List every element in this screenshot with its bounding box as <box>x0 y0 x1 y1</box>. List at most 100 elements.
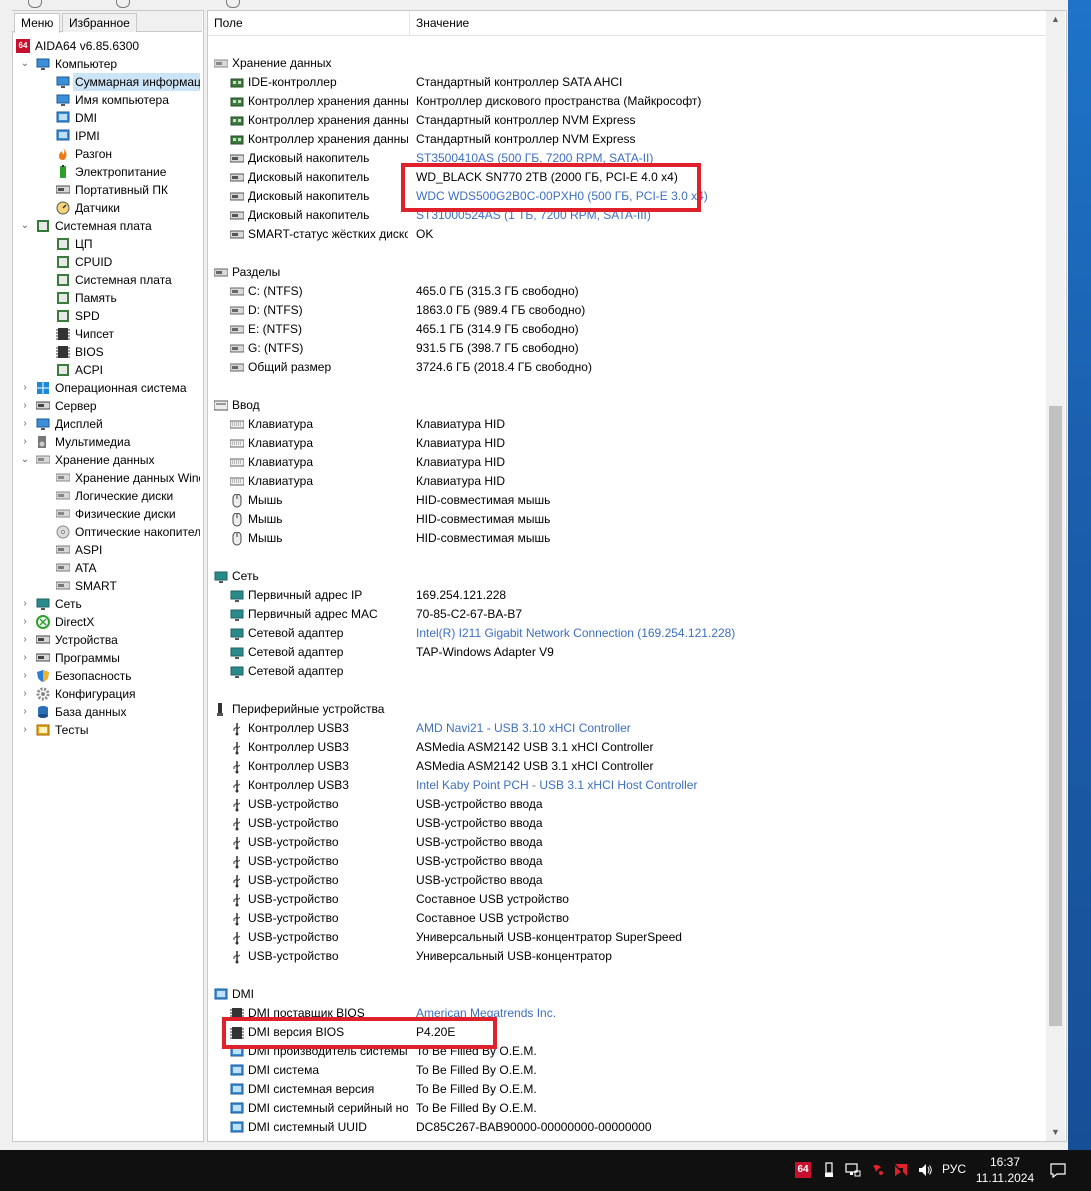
tree-item-6[interactable]: Разгон <box>14 145 200 163</box>
detail-row[interactable]: USB-устройство USB-устройство ввода <box>208 871 1046 890</box>
detail-row[interactable]: DMI система To Be Filled By O.E.M. <box>208 1061 1046 1080</box>
tree-item-8[interactable]: Портативный ПК <box>14 181 200 199</box>
chevron-right-icon[interactable]: › <box>20 721 30 739</box>
detail-row[interactable]: DMI системный серийный номер To Be Filled… <box>208 1099 1046 1118</box>
value-link[interactable]: Intel(R) I211 Gigabit Network Connection… <box>416 624 735 643</box>
tree-item-19[interactable]: › Операционная система <box>14 379 200 397</box>
tree-item-4[interactable]: DMI <box>14 109 200 127</box>
detail-row[interactable]: SMART-статус жёстких дисков OK <box>208 225 1046 244</box>
tree-item-3[interactable]: Имя компьютера <box>14 91 200 109</box>
detail-row[interactable]: Общий размер 3724.6 ГБ (2018.4 ГБ свободн… <box>208 358 1046 377</box>
tree-item-5[interactable]: IPMI <box>14 127 200 145</box>
amd-radeon-icon[interactable] <box>893 1162 909 1178</box>
tree-item-0[interactable]: 64 AIDA64 v6.85.6300 <box>14 37 200 55</box>
tree-item-16[interactable]: Чипсет <box>14 325 200 343</box>
tree-item-27[interactable]: Оптические накопители <box>14 523 200 541</box>
detail-row[interactable]: Контроллер USB3 ASMedia ASM2142 USB 3.1 x… <box>208 757 1046 776</box>
detail-row[interactable]: Сетевой адаптер Intel(R) I211 Gigabit Net… <box>208 624 1046 643</box>
amd-tray-icon[interactable] <box>870 1162 886 1178</box>
chevron-down-icon[interactable]: ⌄ <box>20 55 30 73</box>
tree-item-26[interactable]: Физические диски <box>14 505 200 523</box>
chevron-right-icon[interactable]: › <box>20 685 30 703</box>
tree-item-21[interactable]: › Дисплей <box>14 415 200 433</box>
back-icon[interactable] <box>28 0 42 8</box>
detail-row[interactable]: IDE-контроллер Стандартный контроллер SAT… <box>208 73 1046 92</box>
detail-row[interactable]: USB-устройство USB-устройство ввода <box>208 814 1046 833</box>
section-header[interactable]: Ввод <box>208 396 1046 415</box>
value-link[interactable]: AMD Navi21 - USB 3.10 xHCI Controller <box>416 719 631 738</box>
detail-row[interactable]: Контроллер хранения данных Контроллер дис… <box>208 92 1046 111</box>
tree-item-28[interactable]: ASPI <box>14 541 200 559</box>
chevron-right-icon[interactable]: › <box>20 703 30 721</box>
section-header[interactable]: Сеть <box>208 567 1046 586</box>
tree-item-36[interactable]: › Конфигурация <box>14 685 200 703</box>
detail-row[interactable]: Первичный адрес IP 169.254.121.228 <box>208 586 1046 605</box>
vertical-scrollbar[interactable]: ▲ ▼ <box>1046 11 1065 1141</box>
tab-menu[interactable]: Меню <box>14 13 61 33</box>
notifications-icon[interactable] <box>1049 1161 1067 1179</box>
detail-row[interactable]: USB-устройство USB-устройство ввода <box>208 852 1046 871</box>
value-link[interactable]: Intel Kaby Point PCH - USB 3.1 xHCI Host… <box>416 776 697 795</box>
tree-item-22[interactable]: › Мультимедиа <box>14 433 200 451</box>
detail-row[interactable]: Контроллер USB3 AMD Navi21 - USB 3.10 xHC… <box>208 719 1046 738</box>
toolbar-button[interactable] <box>226 0 240 8</box>
detail-row[interactable]: USB-устройство USB-устройство ввода <box>208 795 1046 814</box>
tree-item-1[interactable]: ⌄ Компьютер <box>14 55 200 73</box>
detail-row[interactable]: D: (NTFS) 1863.0 ГБ (989.4 ГБ свободно) <box>208 301 1046 320</box>
detail-row[interactable]: G: (NTFS) 931.5 ГБ (398.7 ГБ свободно) <box>208 339 1046 358</box>
tree-item-18[interactable]: ACPI <box>14 361 200 379</box>
column-field[interactable]: Поле <box>208 11 410 35</box>
detail-row[interactable]: Сетевой адаптер TAP-Windows Adapter V9 <box>208 643 1046 662</box>
detail-row[interactable]: Мышь HID-совместимая мышь <box>208 491 1046 510</box>
detail-row[interactable]: Контроллер хранения данных Стандартный ко… <box>208 111 1046 130</box>
tree-item-35[interactable]: › Безопасность <box>14 667 200 685</box>
chevron-down-icon[interactable]: ⌄ <box>20 451 30 469</box>
chevron-right-icon[interactable]: › <box>20 415 30 433</box>
detail-row[interactable]: USB-устройство Составное USB устройство <box>208 909 1046 928</box>
tab-favorites[interactable]: Избранное <box>62 13 137 32</box>
language-indicator[interactable]: РУС <box>942 1162 966 1176</box>
chevron-right-icon[interactable]: › <box>20 649 30 667</box>
detail-row[interactable]: USB-устройство Составное USB устройство <box>208 890 1046 909</box>
detail-row[interactable]: Сетевой адаптер <box>208 662 1046 681</box>
column-value[interactable]: Значение <box>410 11 816 35</box>
tree-item-37[interactable]: › База данных <box>14 703 200 721</box>
tree-item-24[interactable]: Хранение данных Windows <box>14 469 200 487</box>
usb-eject-icon[interactable] <box>821 1162 837 1178</box>
detail-row[interactable]: Первичный адрес MAC 70-85-C2-67-BA-B7 <box>208 605 1046 624</box>
detail-row[interactable]: Клавиатура Клавиатура HID <box>208 453 1046 472</box>
volume-icon[interactable] <box>917 1162 933 1178</box>
detail-row[interactable]: C: (NTFS) 465.0 ГБ (315.3 ГБ свободно) <box>208 282 1046 301</box>
tree-item-30[interactable]: SMART <box>14 577 200 595</box>
section-header[interactable]: Разделы <box>208 263 1046 282</box>
detail-row[interactable]: USB-устройство Универсальный USB-концентр… <box>208 947 1046 966</box>
chevron-right-icon[interactable]: › <box>20 433 30 451</box>
scroll-down-arrow-icon[interactable]: ▼ <box>1046 1124 1065 1141</box>
detail-row[interactable]: Контроллер USB3 Intel Kaby Point PCH - US… <box>208 776 1046 795</box>
detail-row[interactable]: Клавиатура Клавиатура HID <box>208 434 1046 453</box>
tree-item-38[interactable]: › Тесты <box>14 721 200 739</box>
chevron-right-icon[interactable]: › <box>20 595 30 613</box>
network-tray-icon[interactable] <box>845 1162 861 1178</box>
tree-item-10[interactable]: ⌄ Системная плата <box>14 217 200 235</box>
aida64-tray-icon[interactable]: 64 <box>795 1162 811 1178</box>
tree-item-25[interactable]: Логические диски <box>14 487 200 505</box>
chevron-right-icon[interactable]: › <box>20 613 30 631</box>
detail-row[interactable]: Контроллер хранения данных Стандартный ко… <box>208 130 1046 149</box>
tree-item-32[interactable]: › DirectX <box>14 613 200 631</box>
tree-item-12[interactable]: CPUID <box>14 253 200 271</box>
tree-item-20[interactable]: › Сервер <box>14 397 200 415</box>
detail-row[interactable]: E: (NTFS) 465.1 ГБ (314.9 ГБ свободно) <box>208 320 1046 339</box>
chevron-right-icon[interactable]: › <box>20 379 30 397</box>
detail-row[interactable]: Мышь HID-совместимая мышь <box>208 510 1046 529</box>
chevron-right-icon[interactable]: › <box>20 397 30 415</box>
tree-item-14[interactable]: Память <box>14 289 200 307</box>
scrollbar-thumb[interactable] <box>1049 406 1062 1026</box>
tree-item-11[interactable]: ЦП <box>14 235 200 253</box>
tree-item-23[interactable]: ⌄ Хранение данных <box>14 451 200 469</box>
refresh-icon[interactable] <box>116 0 130 8</box>
detail-row[interactable]: Клавиатура Клавиатура HID <box>208 415 1046 434</box>
clock[interactable]: 16:37 11.11.2024 <box>970 1154 1040 1186</box>
tree-item-31[interactable]: › Сеть <box>14 595 200 613</box>
tree-item-15[interactable]: SPD <box>14 307 200 325</box>
